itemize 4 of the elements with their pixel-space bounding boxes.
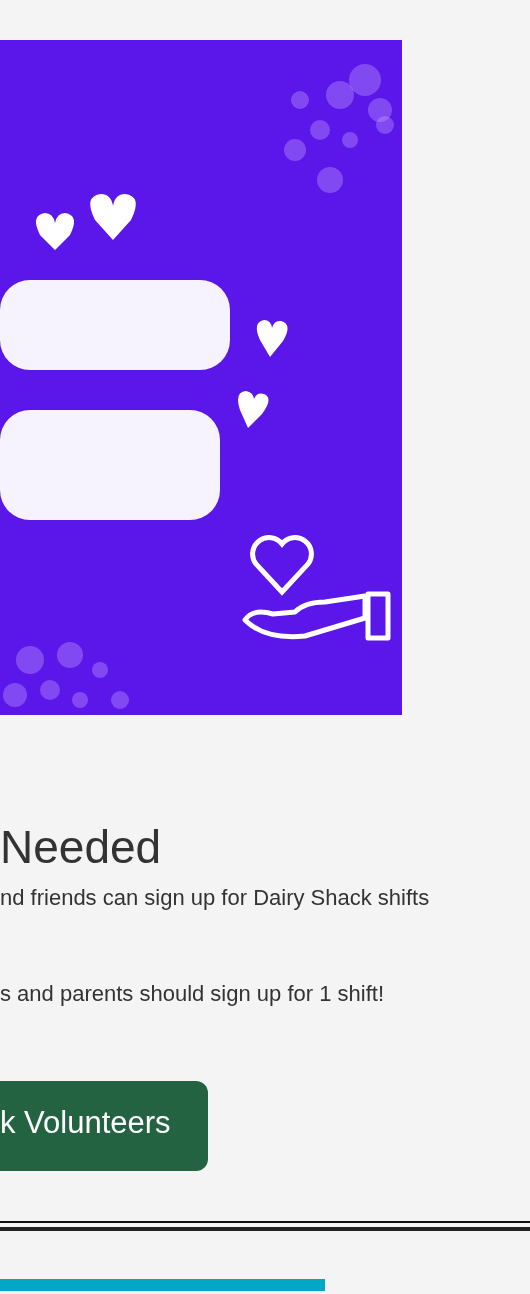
- volunteers-button[interactable]: k Volunteers: [0, 1081, 208, 1171]
- section-heading: Needed: [0, 820, 163, 875]
- paragraph: s and parents should sign up for 1 shift!: [0, 980, 385, 1008]
- paragraph: nd friends can sign up for Dairy Shack shifts: [0, 884, 431, 912]
